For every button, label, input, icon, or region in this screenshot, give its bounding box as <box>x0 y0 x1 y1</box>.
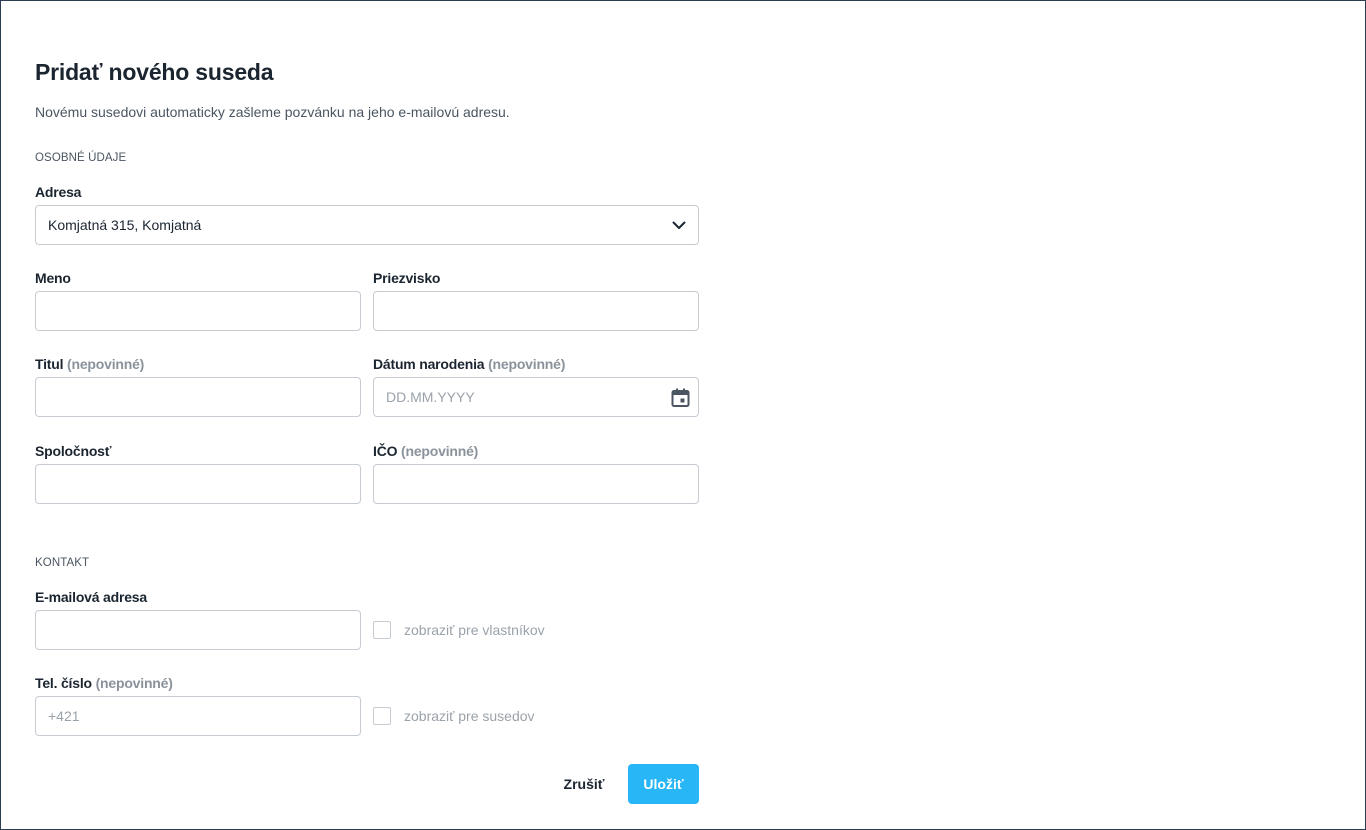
email-input[interactable] <box>35 610 361 650</box>
show-for-neighbors-checkbox[interactable] <box>373 707 391 725</box>
company-label-text: Spoločnosť <box>35 443 112 459</box>
birth-date-input[interactable] <box>373 377 699 417</box>
title-input[interactable] <box>35 377 361 417</box>
email-label: E-mailová adresa <box>35 589 147 605</box>
chevron-down-icon <box>672 218 686 232</box>
save-button[interactable]: Uložiť <box>628 764 699 804</box>
address-label-text: Adresa <box>35 184 82 200</box>
show-for-owners-label: zobraziť pre vlastníkov <box>404 622 545 638</box>
dialog-subtitle: Novému susedovi automaticky zašleme pozv… <box>35 104 510 120</box>
section-contact-heading: KONTAKT <box>35 557 90 569</box>
address-select[interactable]: Komjatná 315, Komjatná <box>35 205 699 245</box>
ico-input[interactable] <box>373 464 699 504</box>
last-name-label-text: Priezvisko <box>373 270 441 286</box>
address-label: Adresa <box>35 184 81 200</box>
last-name-label: Priezvisko <box>373 270 440 286</box>
first-name-label: Meno <box>35 270 71 286</box>
email-label-text: E-mailová adresa <box>35 589 147 605</box>
company-label: Spoločnosť <box>35 443 111 459</box>
title-optional-hint: (nepovinné) <box>67 356 145 372</box>
phone-label-text: Tel. číslo <box>35 675 92 691</box>
first-name-input[interactable] <box>35 291 361 331</box>
phone-label: Tel. číslo (nepovinné) <box>35 675 173 691</box>
show-for-neighbors-toggle[interactable]: zobraziť pre susedov <box>373 707 535 725</box>
section-personal-heading: OSOBNÉ ÚDAJE <box>35 152 127 164</box>
company-input[interactable] <box>35 464 361 504</box>
show-for-owners-toggle[interactable]: zobraziť pre vlastníkov <box>373 621 545 639</box>
ico-optional-hint: (nepovinné) <box>401 443 479 459</box>
phone-optional-hint: (nepovinné) <box>95 675 173 691</box>
cancel-button[interactable]: Zrušiť <box>553 764 615 804</box>
show-for-neighbors-label: zobraziť pre susedov <box>404 708 535 724</box>
title-label: Titul (nepovinné) <box>35 356 144 372</box>
birth-date-label: Dátum narodenia (nepovinné) <box>373 356 565 372</box>
birth-date-label-text: Dátum narodenia <box>373 356 485 372</box>
title-label-text: Titul <box>35 356 64 372</box>
first-name-label-text: Meno <box>35 270 71 286</box>
calendar-icon[interactable] <box>670 387 691 408</box>
show-for-owners-checkbox[interactable] <box>373 621 391 639</box>
last-name-input[interactable] <box>373 291 699 331</box>
phone-input[interactable] <box>35 696 361 736</box>
birth-date-optional-hint: (nepovinné) <box>488 356 566 372</box>
ico-label: IČO (nepovinné) <box>373 443 478 459</box>
ico-label-text: IČO <box>373 443 398 459</box>
address-select-value: Komjatná 315, Komjatná <box>48 217 202 233</box>
dialog-frame: Pridať nového suseda Novému susedovi aut… <box>0 0 1366 830</box>
dialog-title: Pridať nového suseda <box>35 59 274 85</box>
